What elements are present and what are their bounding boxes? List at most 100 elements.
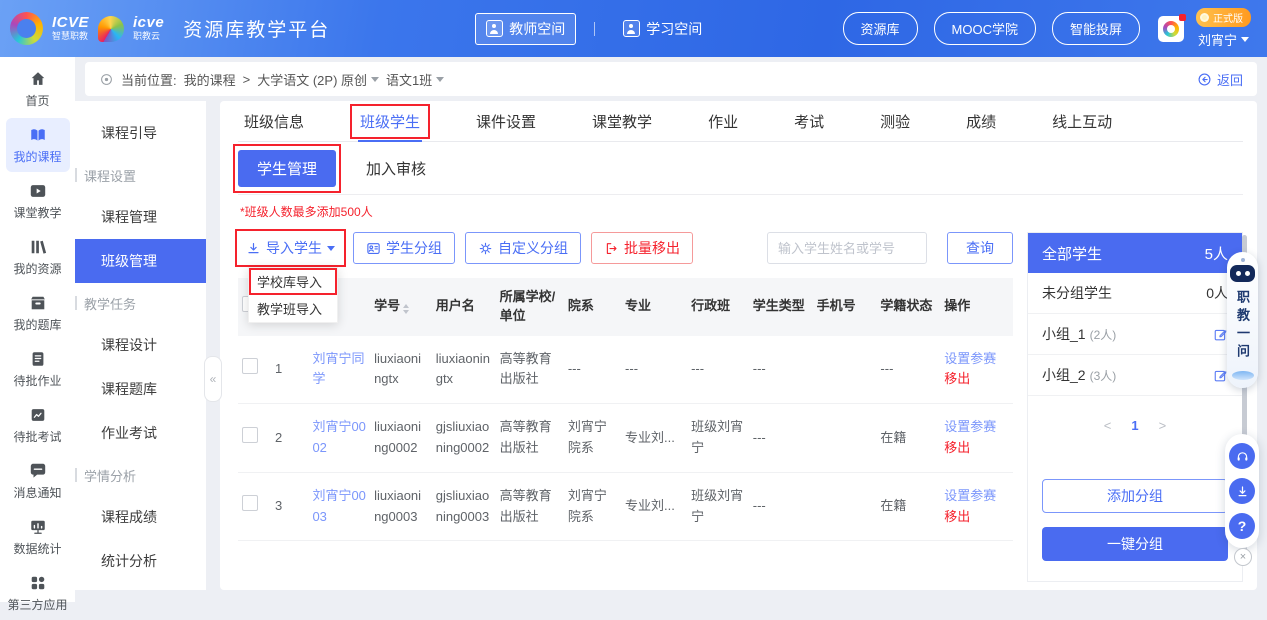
col-student-id[interactable]: 学号 (370, 278, 432, 336)
tab-homework[interactable]: 作业 (708, 101, 738, 141)
menu-item-class-manage[interactable]: 班级管理 (75, 239, 206, 283)
batch-remove-button[interactable]: 批量移出 (591, 232, 693, 264)
sidebar-item-pending-homework[interactable]: 待批作业 (6, 342, 70, 396)
user-menu[interactable]: 正式版 刘宵宁 (1196, 8, 1251, 49)
auto-group-button[interactable]: 一键分组 (1042, 527, 1228, 561)
student-space-icon (623, 20, 641, 37)
subtab-join-audit[interactable]: 加入审核 (366, 158, 426, 179)
cell-phone (812, 335, 877, 405)
mooc-academy-button[interactable]: MOOC学院 (933, 12, 1036, 45)
smart-cast-button[interactable]: 智能投屏 (1051, 12, 1140, 45)
group-ungrouped-students[interactable]: 未分组学生 0人 (1028, 273, 1242, 314)
tab-grades[interactable]: 成绩 (966, 101, 996, 141)
current-page[interactable]: 1 (1131, 418, 1138, 433)
ungrouped-count: 0人 (1206, 285, 1228, 301)
set-contest-link[interactable]: 设置参赛 (944, 417, 1009, 438)
message-bubble-icon (30, 463, 45, 478)
class-selector[interactable]: 语文1班 (386, 70, 445, 89)
cell-school: 高等教育出版社 (495, 403, 564, 473)
sidebar-item-my-resources[interactable]: 我的资源 (6, 230, 70, 284)
set-contest-link[interactable]: 设置参赛 (944, 349, 1009, 370)
teacher-space-icon (486, 20, 504, 37)
sidebar-item-data-statistics[interactable]: 数据统计 (6, 510, 70, 564)
menu-item-course-design[interactable]: 课程设计 (75, 323, 206, 367)
group-item-2[interactable]: 小组_2 (3人) (1028, 355, 1242, 396)
customer-service-button[interactable] (1229, 443, 1255, 469)
tab-courseware-settings[interactable]: 课件设置 (476, 101, 536, 141)
remove-link[interactable]: 移出 (944, 369, 1009, 390)
cell-school: 高等教育出版社 (495, 472, 564, 542)
page-next-button[interactable]: > (1159, 418, 1167, 433)
icve-brand: ICVE (52, 14, 90, 32)
menu-item-homework-exam[interactable]: 作业考试 (75, 411, 206, 455)
apps-grid-icon (31, 576, 44, 590)
sidebar-item-third-party-apps[interactable]: 第三方应用 (6, 566, 70, 620)
cell-admin-class: 班级刘宵宁 (687, 472, 749, 542)
chevron-down-icon (371, 76, 380, 86)
remove-link[interactable]: 移出 (944, 507, 1009, 528)
page-prev-button[interactable]: < (1104, 418, 1112, 433)
sidebar-item-home[interactable]: 首页 (6, 62, 70, 116)
dropdown-item-teaching-class-import[interactable]: 教学班导入 (249, 295, 337, 322)
add-group-button[interactable]: 添加分组 (1042, 479, 1228, 513)
chevron-down-icon (436, 76, 445, 86)
tab-class-info[interactable]: 班级信息 (244, 101, 304, 141)
custom-grouping-button[interactable]: 自定义分组 (465, 232, 581, 264)
menu-item-course-scores[interactable]: 课程成绩 (75, 495, 206, 539)
teacher-space-button[interactable]: 教师空间 (475, 12, 577, 45)
menu-item-course-guide[interactable]: 课程引导 (75, 111, 206, 155)
sidebar-item-classroom-teaching[interactable]: 课堂教学 (6, 174, 70, 228)
set-contest-link[interactable]: 设置参赛 (944, 486, 1009, 507)
import-students-button[interactable]: 导入学生 (238, 232, 343, 264)
course-selector[interactable]: 大学语文 (2P) 原创 (257, 70, 380, 89)
menu-item-course-manage[interactable]: 课程管理 (75, 195, 206, 239)
search-input[interactable] (767, 232, 927, 264)
edit-group-button[interactable] (1213, 327, 1228, 342)
sort-icons[interactable] (403, 301, 410, 317)
menu-item-statistics-analysis[interactable]: 统计分析 (75, 539, 206, 583)
student-name-link[interactable]: 刘宵宁0003 (308, 472, 371, 542)
student-space-button[interactable]: 学习空间 (613, 14, 712, 44)
group-item-1[interactable]: 小组_1 (2人) (1028, 314, 1242, 355)
student-name-link[interactable]: 刘宵宁同学 (308, 335, 371, 405)
sidebar-item-my-courses[interactable]: 我的课程 (5, 118, 70, 172)
group-panel: 全部学生 5人 未分组学生 0人 小组_1 (2人) 小组_2 (3人) < 1… (1027, 232, 1243, 582)
app-shortcut-icon[interactable] (1158, 13, 1186, 42)
row-checkbox[interactable] (242, 495, 258, 512)
assistant-widget[interactable]: 职教一问 (1227, 252, 1258, 388)
download-center-button[interactable] (1229, 478, 1255, 504)
remove-link[interactable]: 移出 (944, 438, 1009, 459)
sidebar-item-pending-exams[interactable]: 待批考试 (6, 398, 70, 452)
row-checkbox[interactable] (242, 358, 258, 375)
subtab-student-manage[interactable]: 学生管理 (232, 143, 342, 193)
student-grouping-button[interactable]: 学生分组 (353, 232, 455, 264)
cell-student-type: --- (748, 335, 813, 405)
cloud-icon (1231, 371, 1254, 380)
close-floating-button[interactable]: × (1234, 548, 1252, 566)
edit-group-button[interactable] (1213, 368, 1228, 383)
help-button[interactable]: ? (1229, 513, 1255, 539)
home-icon (31, 72, 44, 85)
play-square-icon (30, 185, 45, 197)
breadcrumb-root[interactable]: 我的课程 (184, 70, 236, 89)
student-name-link[interactable]: 刘宵宁0002 (308, 403, 371, 473)
tab-exam[interactable]: 考试 (794, 101, 824, 141)
tab-online-interaction[interactable]: 线上互动 (1052, 101, 1112, 141)
sidebar-item-notifications[interactable]: 消息通知 (6, 454, 70, 508)
tab-quiz[interactable]: 测验 (880, 101, 910, 141)
group-all-students[interactable]: 全部学生 5人 (1028, 233, 1242, 273)
back-button[interactable]: 返回 (1197, 70, 1243, 89)
row-checkbox[interactable] (242, 426, 258, 443)
cell-department: --- (563, 335, 622, 405)
query-button[interactable]: 查询 (947, 232, 1013, 264)
download-arrow-icon (1238, 485, 1246, 496)
menu-item-course-question-bank[interactable]: 课程题库 (75, 367, 206, 411)
sidebar-item-my-question-bank[interactable]: 我的题库 (6, 286, 70, 340)
icve-cloud-shell-logo-icon (98, 15, 125, 42)
sidebar-collapse-button[interactable]: « (204, 356, 222, 402)
tab-classroom-teaching[interactable]: 课堂教学 (592, 101, 652, 141)
resource-library-button[interactable]: 资源库 (842, 12, 918, 45)
tab-class-students[interactable]: 班级学生 (350, 101, 431, 142)
cell-major: 专业刘... (621, 472, 688, 542)
dropdown-item-school-library-import[interactable]: 学校库导入 (249, 268, 337, 295)
